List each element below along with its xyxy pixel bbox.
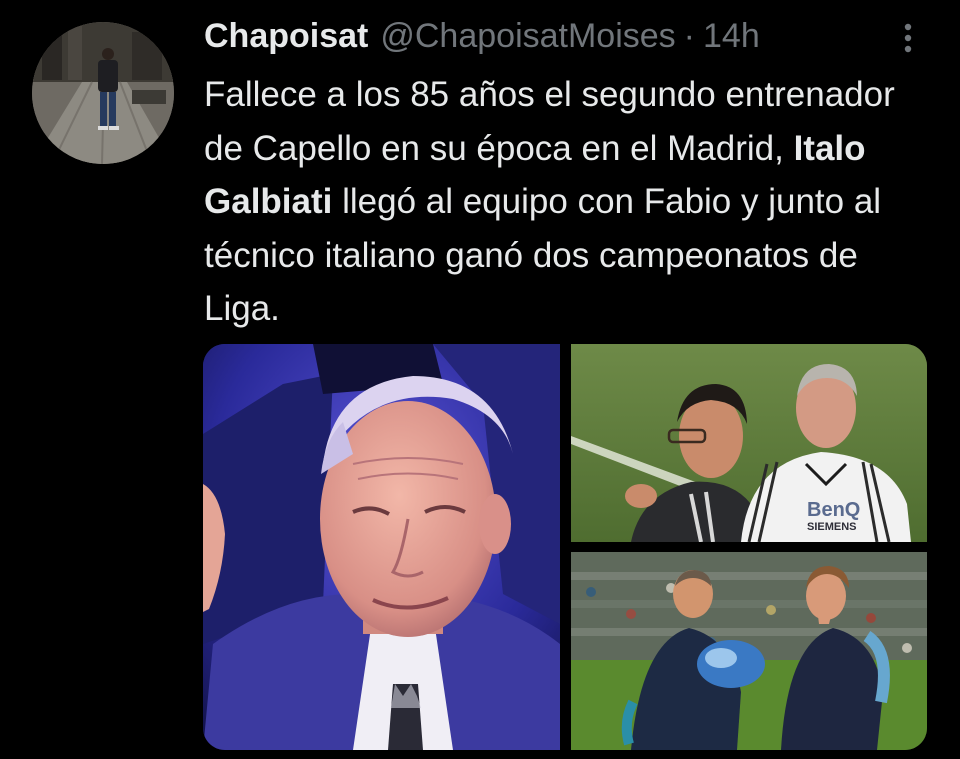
jersey-brand-text: BenQ bbox=[807, 499, 860, 521]
jersey-sponsor-text: SIEMENS bbox=[807, 521, 857, 533]
tweet-header: Chapoisat @ChapoisatMoises · 14h bbox=[204, 14, 760, 58]
avatar-photo bbox=[32, 22, 174, 164]
media-image-top-right[interactable]: BenQ SIEMENS bbox=[571, 344, 927, 542]
user-handle[interactable]: @ChapoisatMoises bbox=[380, 17, 675, 56]
separator-dot: · bbox=[683, 16, 695, 55]
tweet-text: Fallece a los 85 años el segundo entrena… bbox=[204, 68, 934, 336]
media-grid: BenQ SIEMENS bbox=[203, 344, 927, 750]
media-image-bottom-right[interactable] bbox=[571, 552, 927, 750]
tweet-text-part1: Fallece a los 85 años el segundo entrena… bbox=[204, 75, 895, 168]
avatar[interactable] bbox=[32, 22, 174, 164]
timestamp[interactable]: 14h bbox=[703, 17, 760, 56]
display-name[interactable]: Chapoisat bbox=[204, 17, 368, 56]
media-image-main[interactable] bbox=[203, 344, 560, 750]
more-vertical-icon[interactable] bbox=[900, 22, 916, 56]
